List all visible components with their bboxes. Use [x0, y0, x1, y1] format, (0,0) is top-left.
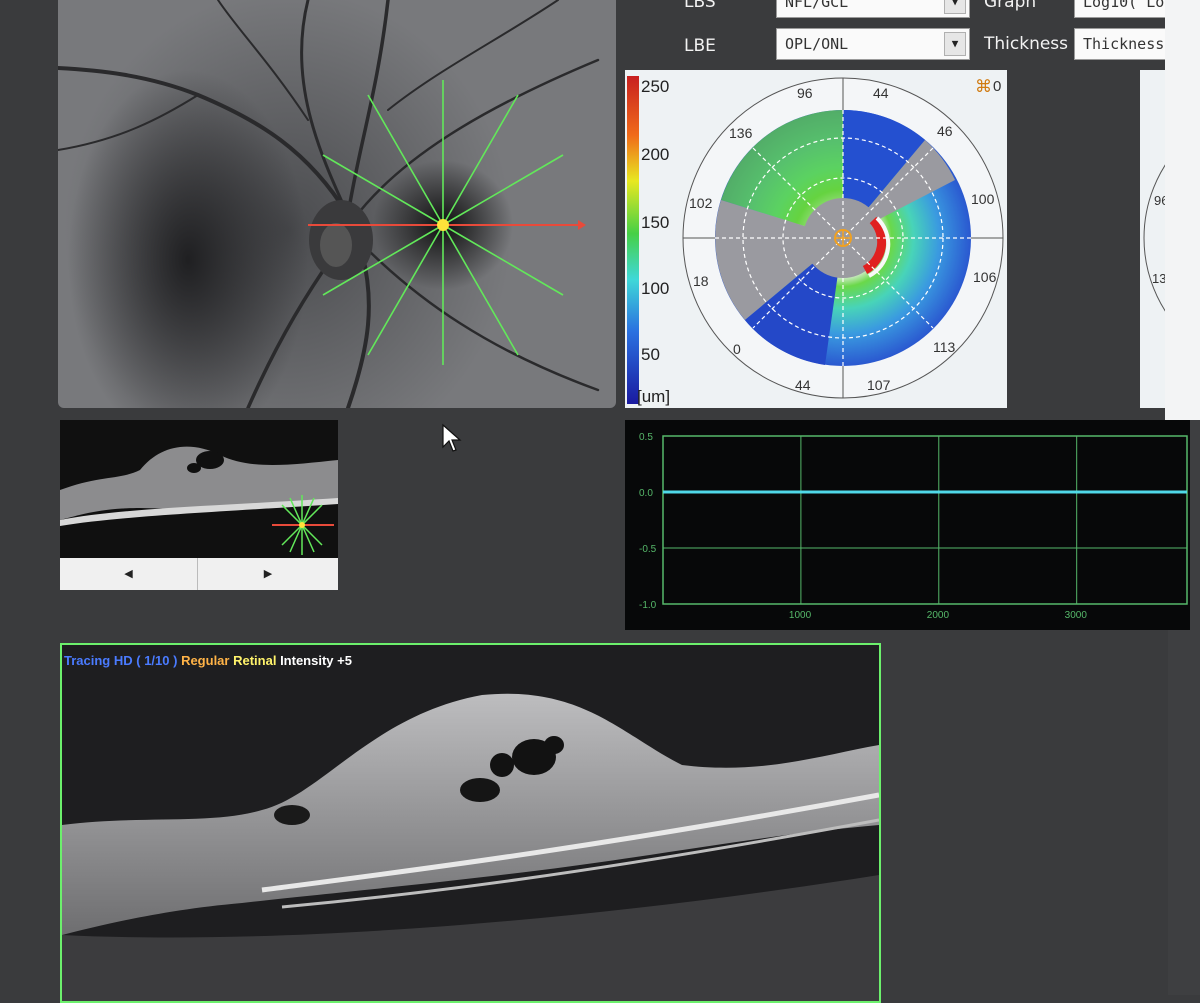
- sector-value: 100: [971, 191, 995, 207]
- scale-tick: 250: [641, 77, 669, 96]
- sector-value: 44: [873, 85, 889, 101]
- color-scale-bar: [627, 76, 639, 404]
- fundus-image[interactable]: [58, 0, 616, 408]
- graph-label: Graph: [984, 0, 1037, 12]
- sector-value: 18: [693, 273, 709, 289]
- lbs-select[interactable]: NFL/GCL ▼: [776, 0, 970, 18]
- x-tick-label: 1000: [789, 610, 812, 621]
- thickness-profile-graph[interactable]: 0.5 0.0 -0.5 -1.0 1000 2000 3000: [625, 420, 1190, 630]
- cystic-space: [490, 753, 514, 777]
- graph-select[interactable]: Log10( Lo: [1074, 0, 1166, 18]
- fundus-overlay: [58, 0, 600, 408]
- bscan-caption: Tracing HD ( 1/10 ) Regular Retinal Inte…: [64, 653, 352, 668]
- sector-value: 107: [867, 377, 891, 393]
- y-tick-label: -0.5: [639, 544, 657, 555]
- scale-tick: 100: [641, 279, 669, 298]
- sector-value: 0: [733, 341, 741, 357]
- x-tick-label: 2000: [927, 610, 950, 621]
- sector-value: 46: [937, 123, 953, 139]
- caption-mode: Regular: [181, 653, 230, 668]
- scan-center-marker[interactable]: [437, 219, 449, 231]
- sector-value: 102: [689, 195, 713, 211]
- cystic-space: [460, 778, 500, 802]
- chevron-down-icon[interactable]: ▼: [944, 32, 966, 56]
- lbs-label: LBS: [684, 0, 716, 12]
- y-tick-label: 0.0: [639, 488, 653, 499]
- thickness-select[interactable]: Thickness: [1074, 28, 1166, 60]
- unit-label: [um]: [637, 387, 670, 406]
- next-scan-button[interactable]: ▶: [199, 558, 337, 590]
- scan-navigation: ◀ ▶: [60, 558, 338, 590]
- mouse-cursor-icon: [442, 423, 462, 452]
- bscan-image[interactable]: [60, 643, 881, 1003]
- y-tick-label: -1.0: [639, 600, 657, 611]
- graph-plot: 0.5 0.0 -0.5 -1.0 1000 2000 3000: [639, 432, 1188, 621]
- lbs-value: NFL/GCL: [785, 0, 849, 11]
- cystic-space: [544, 736, 564, 754]
- caption-intensity: Intensity +5: [280, 653, 352, 668]
- caption-scan-type: Tracing HD: [64, 653, 133, 668]
- thickness-label: Thickness: [984, 34, 1069, 54]
- sector-value: 44: [795, 377, 811, 393]
- chevron-down-icon[interactable]: ▼: [944, 0, 966, 14]
- x-tick-label: 3000: [1065, 610, 1088, 621]
- plot-frame: [662, 435, 1188, 605]
- sector-value: 96: [797, 85, 813, 101]
- sector-value: 136: [729, 125, 753, 141]
- lbe-value: OPL/ONL: [785, 35, 849, 53]
- scale-tick: 50: [641, 345, 660, 364]
- window-edge: [1165, 0, 1200, 420]
- scale-tick: 150: [641, 213, 669, 232]
- center-target-icon[interactable]: [834, 229, 852, 247]
- sector-value: 106: [973, 269, 997, 285]
- thickness-map-panel[interactable]: 250 200 150 100 50 [um] 96 44 46 136 102…: [625, 70, 1007, 408]
- scale-tick: 200: [641, 145, 669, 164]
- caption-scan-index: ( 1/10 ): [136, 653, 178, 668]
- previous-scan-button[interactable]: ◀: [60, 558, 198, 590]
- corner-value: 0: [993, 78, 1001, 95]
- bscan-thumbnail[interactable]: [60, 420, 338, 558]
- thickness-map: 250 200 150 100 50 [um] 96 44 46 136 102…: [627, 76, 1004, 406]
- lbe-label: LBE: [684, 36, 716, 56]
- sector-value: 113: [933, 339, 956, 355]
- caption-region: Retinal: [233, 653, 277, 668]
- crosshair-icon[interactable]: ⌘: [975, 77, 992, 97]
- lbe-select[interactable]: OPL/ONL ▼: [776, 28, 970, 60]
- y-tick-label: 0.5: [639, 432, 653, 443]
